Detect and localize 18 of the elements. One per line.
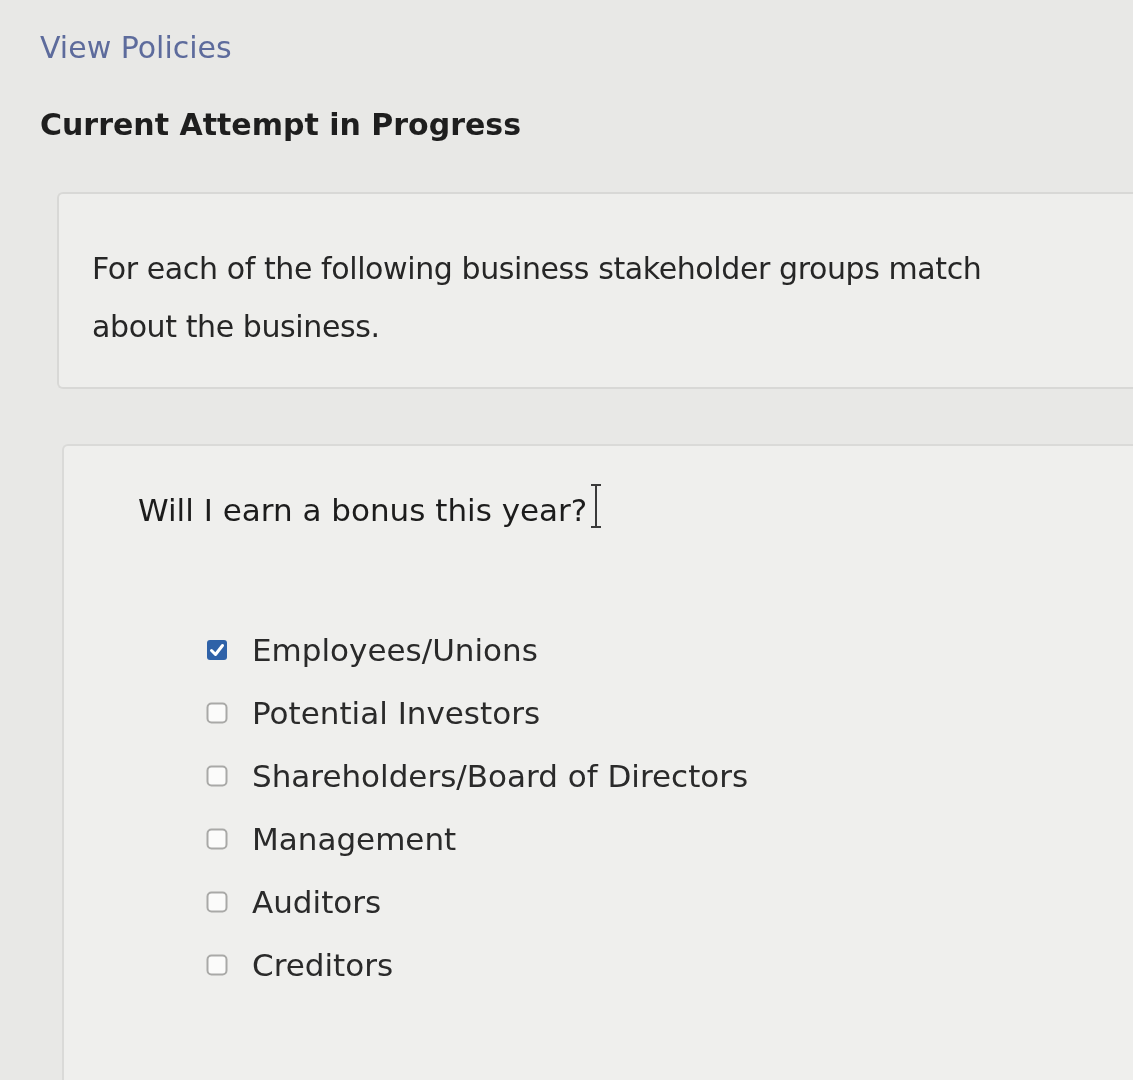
question-text: Will I earn a bonus this year?	[138, 491, 588, 530]
checkbox[interactable]	[206, 639, 228, 662]
checkbox[interactable]	[206, 702, 228, 725]
checkbox[interactable]	[206, 765, 228, 788]
option-label[interactable]: Employees/Unions	[252, 628, 538, 673]
option-label[interactable]: Auditors	[252, 880, 382, 925]
checkbox[interactable]	[206, 828, 228, 851]
checkbox[interactable]	[206, 891, 228, 914]
instructions-text: about the business.	[92, 308, 380, 346]
option-label[interactable]: Shareholders/Board of Directors	[252, 754, 749, 799]
option-label[interactable]: Potential Investors	[252, 691, 541, 736]
text-cursor-icon	[590, 484, 603, 528]
page-heading: Current Attempt in Progress	[40, 106, 522, 144]
checkbox[interactable]	[206, 954, 228, 977]
instructions-text: For each of the following business stakeholder groups match	[92, 250, 982, 288]
view-policies-link[interactable]: View Policies	[40, 28, 232, 67]
option-label[interactable]: Management	[252, 817, 457, 862]
option-label[interactable]: Creditors	[252, 943, 394, 988]
